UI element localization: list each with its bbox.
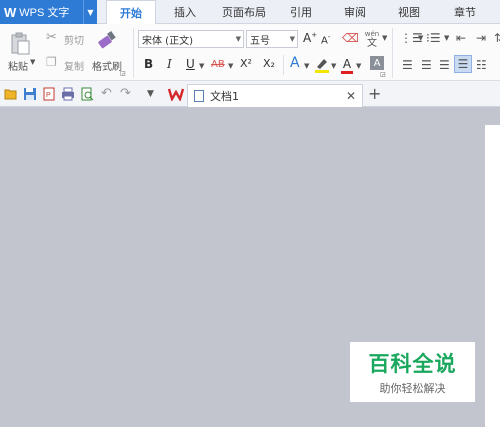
align-left-icon[interactable]: ☰ (402, 58, 413, 72)
font-name-value: 宋体 (正文) (142, 35, 193, 47)
shrink-font-icon[interactable]: A- (321, 33, 330, 46)
font-size-value: 五号 (250, 35, 270, 47)
copy-icon[interactable]: ❐ (46, 55, 57, 69)
print-icon[interactable] (61, 87, 75, 101)
scissors-icon[interactable]: ✂ (46, 30, 57, 45)
chevron-down-icon[interactable]: ▼ (382, 34, 387, 42)
superscript-button[interactable]: X² (240, 57, 252, 70)
tab-insert[interactable]: 插入 (163, 0, 207, 24)
watermark-title: 百科全说 (368, 352, 457, 376)
document-tab[interactable]: 文档1 ✕ (187, 84, 363, 107)
clear-format-icon[interactable]: ⌫ (342, 31, 359, 45)
font-size-select[interactable]: 五号 ▼ (246, 30, 298, 48)
font-name-select[interactable]: 宋体 (正文) ▼ (138, 30, 244, 48)
watermark-subtitle: 助你轻松解决 (379, 382, 446, 395)
chevron-down-icon[interactable]: ▼ (356, 62, 361, 70)
subscript-button[interactable]: X₂ (263, 57, 275, 70)
tab-view[interactable]: 视图 (389, 0, 429, 24)
chevron-down-icon[interactable]: ▼ (418, 34, 423, 42)
chevron-down-icon[interactable]: ▼ (199, 62, 204, 70)
text-effect-icon[interactable]: A (290, 55, 300, 71)
paste-icon[interactable] (8, 30, 32, 56)
format-painter-icon[interactable] (96, 29, 118, 53)
phonetic-char: 文 (367, 38, 377, 49)
app-title: WPS 文字 (19, 7, 70, 19)
chevron-down-icon[interactable]: ▼ (304, 62, 309, 70)
paste-button[interactable]: 粘贴 (8, 58, 28, 73)
wps-office-icon[interactable] (167, 87, 185, 103)
italic-button[interactable]: I (167, 57, 172, 71)
wps-logo-icon: W (4, 4, 17, 20)
svg-text:P: P (46, 92, 51, 99)
numbered-list-icon[interactable]: ⁝☰ (426, 31, 441, 45)
strikethrough-button[interactable]: AB (211, 59, 225, 70)
tab-review[interactable]: 审阅 (335, 0, 375, 24)
bold-button[interactable]: B (144, 57, 153, 71)
ribbon-home: 粘贴 ▼ ✂ 剪切 ❐ 复制 格式刷 ◲ 宋体 (正文) ▼ 五号 ▼ A+ A… (0, 24, 500, 81)
highlight-icon[interactable] (314, 56, 330, 74)
divider (133, 28, 134, 78)
chevron-down-icon[interactable]: ▼ (331, 62, 336, 70)
font-color-icon[interactable]: A (340, 55, 354, 75)
app-menu-button[interactable]: W WPS 文字 ▼ (0, 0, 97, 24)
divider (283, 55, 284, 75)
underline-button[interactable]: U (186, 57, 195, 71)
justify-icon[interactable]: ☰ (454, 55, 472, 73)
grow-font-icon[interactable]: A+ (303, 31, 317, 45)
copy-button[interactable]: 复制 (64, 58, 84, 73)
tab-sections[interactable]: 章节 (445, 0, 485, 24)
paste-dropdown-icon[interactable]: ▼ (30, 58, 35, 66)
cut-button[interactable]: 剪切 (64, 32, 84, 47)
chevron-down-icon[interactable]: ▼ (83, 0, 97, 24)
increase-indent-icon[interactable]: ⇥ (476, 31, 486, 45)
decrease-indent-icon[interactable]: ⇤ (456, 31, 466, 45)
format-painter-button[interactable]: 格式刷 (92, 58, 122, 73)
redo-icon[interactable]: ↷ (120, 87, 134, 101)
divider (392, 28, 393, 78)
quick-access-toolbar: P ↶ ↷ ▼ 文档1 ✕ + (0, 81, 500, 107)
export-pdf-icon[interactable]: P (42, 87, 56, 101)
sort-icon[interactable]: ⇅ (494, 31, 500, 45)
chevron-down-icon[interactable]: ▼ (228, 62, 233, 70)
watermark-logo: 百科全说 助你轻松解决 (350, 342, 475, 402)
font-launcher-icon[interactable]: ◲ (380, 71, 386, 78)
phonetic-guide-icon[interactable]: wén 文 (362, 29, 382, 49)
tab-references[interactable]: 引用 (281, 0, 321, 24)
chevron-down-icon[interactable]: ▼ (444, 34, 449, 42)
menu-tab-bar: W WPS 文字 ▼ 开始 插入 页面布局 引用 审阅 视图 章节 (0, 0, 500, 25)
tab-page-layout[interactable]: 页面布局 (217, 0, 271, 24)
char-shading-icon[interactable]: A (370, 56, 384, 70)
distributed-align-icon[interactable]: ☷ (476, 58, 487, 72)
document-tab-name: 文档1 (210, 90, 239, 103)
new-tab-plus-icon[interactable]: + (368, 84, 381, 103)
undo-icon[interactable]: ↶ (101, 87, 115, 101)
customize-toolbar-icon[interactable]: ▼ (147, 87, 161, 101)
align-right-icon[interactable]: ☰ (439, 58, 450, 72)
open-folder-icon[interactable] (4, 87, 18, 101)
close-icon[interactable]: ✕ (346, 89, 356, 103)
print-preview-icon[interactable] (80, 87, 94, 101)
align-center-icon[interactable]: ☰ (421, 58, 432, 72)
chevron-down-icon: ▼ (235, 35, 241, 43)
tab-home[interactable]: 开始 (106, 0, 156, 25)
document-icon (194, 90, 204, 102)
save-icon[interactable] (23, 87, 37, 101)
chevron-down-icon: ▼ (289, 35, 295, 43)
document-page[interactable] (485, 125, 500, 427)
clipboard-launcher-icon[interactable]: ◲ (120, 70, 126, 77)
